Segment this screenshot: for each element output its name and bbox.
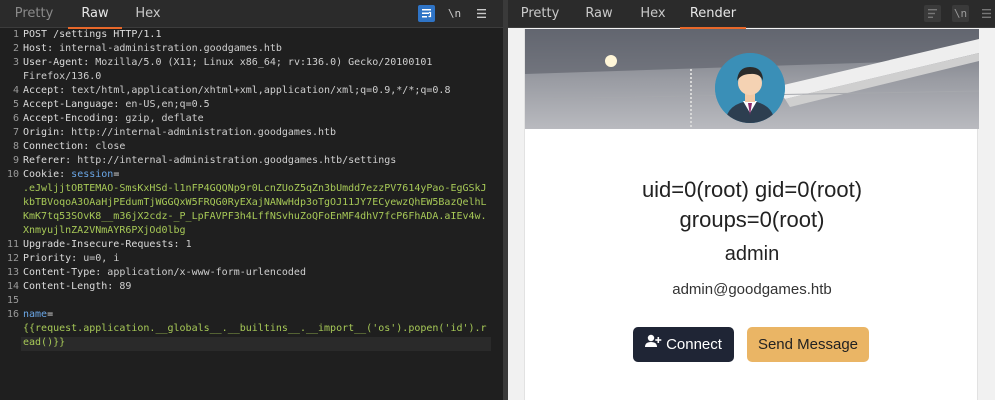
header-name: Accept-Encoding [23, 113, 114, 124]
header-name: Cookie [23, 169, 60, 180]
tab-raw[interactable]: Raw [574, 0, 624, 28]
header-name: User-Agent [23, 57, 84, 68]
header-name: Content-Type [23, 267, 96, 278]
header-name: Accept [23, 85, 60, 96]
header-value: application/x-www-form-urlencoded [107, 267, 306, 278]
tab-hex[interactable]: Hex [128, 0, 168, 28]
header-value: gzip, deflate [125, 113, 204, 124]
uid-line: uid=0(root) gid=0(root) [641, 177, 863, 202]
header-name: Upgrade-Insecure-Requests [23, 239, 174, 250]
header-name: Priority [23, 253, 72, 264]
header-value: 1 [185, 239, 192, 250]
tab-hex[interactable]: Hex [632, 0, 674, 28]
request-line: POST /settings HTTP/1.1 [23, 29, 162, 40]
header-user-agent-cont: Firefox/136.0 [23, 71, 101, 82]
show-newlines-button[interactable]: \n [952, 5, 969, 22]
line-number: 12 [6, 253, 19, 264]
groups-line: groups=0(root) [679, 207, 825, 232]
param-value: {{request.application.__globals__.__buil… [23, 323, 487, 334]
header-origin: Origin: http://internal-administration.g… [23, 127, 337, 138]
show-newlines-button[interactable]: \n [446, 5, 463, 22]
avatar [715, 53, 785, 123]
profile-email: admin@goodgames.htb [672, 281, 832, 298]
header-accept-language: Accept-Language: en-US,en;q=0.5 [23, 99, 210, 110]
tab-pretty[interactable]: Pretty [8, 0, 60, 28]
cookie-value: XnmyujlnZA2VNmAYR6PXjOd0lbg [23, 225, 186, 236]
line-number: 14 [6, 281, 19, 292]
tab-pretty[interactable]: Pretty [514, 0, 566, 28]
header-referer: Referer: http://internal-administration.… [23, 155, 397, 166]
header-value: 89 [119, 281, 132, 292]
header-value: internal-administration.goodgames.htb [59, 43, 282, 54]
header-value: en-US,en;q=0.5 [125, 99, 210, 110]
wrap-lines-icon[interactable] [924, 5, 941, 22]
header-value: http://internal-administration.goodgames… [71, 127, 337, 138]
header-accept-encoding: Accept-Encoding: gzip, deflate [23, 113, 204, 124]
line-number: 9 [12, 155, 19, 166]
header-name: Connection [23, 141, 84, 152]
param-value: ead()}} [23, 337, 66, 348]
response-pane: Pretty Raw Hex Render \n uid=0(root) gid… [508, 0, 995, 400]
line-number: 6 [12, 113, 19, 124]
line-number: 15 [6, 295, 19, 306]
profile-username: admin [724, 243, 780, 265]
send-message-button[interactable]: Send Message [747, 327, 869, 362]
header-content-type: Content-Type: application/x-www-form-url… [23, 267, 306, 278]
wrap-lines-icon[interactable] [418, 5, 435, 22]
header-user-agent: User-Agent: Mozilla/5.0 (X11; Linux x86_… [23, 57, 433, 68]
header-host: Host: internal-administration.goodgames.… [23, 43, 282, 54]
line-number: 2 [12, 43, 19, 54]
header-value: http://internal-administration.goodgames… [77, 155, 397, 166]
hamburger-menu-icon[interactable] [978, 5, 995, 22]
line-number: 7 [12, 127, 19, 138]
header-cookie: Cookie: session= [23, 169, 120, 180]
connect-label: Connect [666, 336, 722, 353]
tab-raw[interactable]: Raw [68, 0, 122, 29]
cookie-value: kbTBVoqoA3OAaHjPEdumTjWGGQxW5FRQG0RyEXaj… [23, 197, 487, 208]
cookie-key: session [71, 169, 114, 180]
header-name: Accept-Language [23, 99, 114, 110]
tab-render[interactable]: Render [680, 0, 746, 29]
header-name: Origin [23, 127, 60, 138]
body-param: name= [23, 309, 54, 320]
header-accept: Accept: text/html,application/xhtml+xml,… [23, 85, 451, 96]
line-number: 5 [12, 99, 19, 110]
line-number: 1 [12, 29, 19, 40]
cookie-value: KmK7tq53SOvK8__m36jX2cdz-_P_LpFAVPF3h4Lf… [23, 211, 487, 222]
hamburger-menu-icon[interactable] [473, 5, 490, 22]
header-upgrade-insecure: Upgrade-Insecure-Requests: 1 [23, 239, 192, 250]
line-number: 3 [12, 57, 19, 68]
line-number: 13 [6, 267, 19, 278]
header-value: Mozilla/5.0 (X11; Linux x86_64; rv:136.0… [95, 57, 433, 68]
header-name: Host [23, 43, 48, 54]
request-pane: Pretty Raw Hex \n 1 2 3 4 5 6 7 8 9 10 1… [0, 0, 503, 400]
line-number: 10 [6, 169, 19, 180]
current-line-highlight [21, 337, 491, 351]
profile-banner-image [525, 29, 979, 129]
header-value: Firefox/136.0 [23, 71, 102, 82]
response-tab-bar: Pretty Raw Hex Render \n [508, 0, 995, 29]
header-name: Referer [23, 155, 66, 166]
line-number: 16 [6, 309, 19, 320]
param-name: name [23, 309, 48, 320]
header-content-length: Content-Length: 89 [23, 281, 132, 292]
line-number: 8 [12, 141, 19, 152]
add-user-icon [645, 326, 662, 361]
line-number: 11 [6, 239, 19, 250]
request-tab-bar: Pretty Raw Hex \n [0, 0, 503, 29]
header-value: text/html,application/xhtml+xml,applicat… [71, 85, 451, 96]
line-number: 4 [12, 85, 19, 96]
header-value: close [95, 141, 126, 152]
cookie-value: .eJwljjtOBTEMAO-SmsKxHSd-l1nFP4GQQNp9r0L… [23, 183, 487, 194]
header-value: u=0, i [83, 253, 120, 264]
profile-card: uid=0(root) gid=0(root) groups=0(root) a… [524, 29, 979, 400]
rendered-page: uid=0(root) gid=0(root) groups=0(root) a… [508, 29, 995, 400]
raw-request-editor[interactable]: 1 2 3 4 5 6 7 8 9 10 11 12 13 14 15 16 P… [0, 29, 503, 400]
connect-button[interactable]: Connect [633, 327, 734, 362]
header-connection: Connection: close [23, 141, 126, 152]
header-name: Content-Length [23, 281, 108, 292]
command-output: uid=0(root) gid=0(root) groups=0(root) [525, 175, 979, 235]
header-priority: Priority: u=0, i [23, 253, 120, 264]
